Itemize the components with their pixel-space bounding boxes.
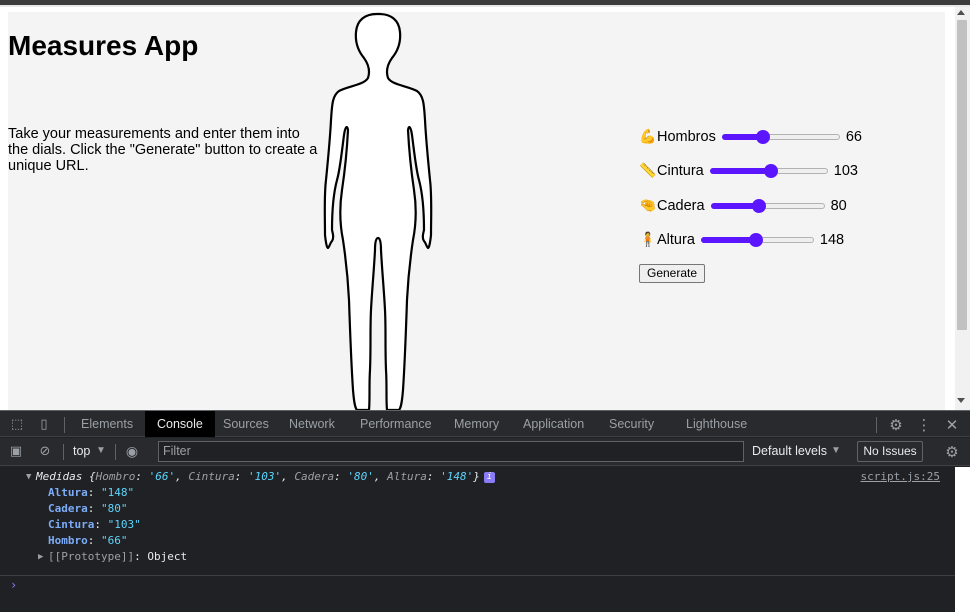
tab-memory[interactable]: Memory: [442, 411, 511, 437]
summary-key: Cadera: [294, 470, 335, 483]
expand-triangle-icon[interactable]: ▶: [38, 549, 43, 565]
measure-row-cadera: 🤏 Cadera 80: [639, 196, 847, 216]
console-output: ▼ Medidas {Hombro: '66', Cintura: '103',…: [0, 467, 955, 612]
log-levels-dropdown[interactable]: Default levels: [752, 444, 827, 458]
property-value: "80": [101, 502, 128, 515]
tab-application[interactable]: Application: [511, 411, 596, 437]
measure-label: Altura: [657, 232, 695, 248]
sidebar-toggle-icon[interactable]: ▣: [8, 444, 24, 460]
console-log-entry[interactable]: ▼ Medidas {Hombro: '66', Cintura: '103',…: [0, 469, 955, 485]
slider-thumb[interactable]: [751, 199, 766, 213]
property-value: "66": [101, 534, 128, 547]
body-silhouette: [323, 12, 433, 410]
prototype-key: [[Prototype]]: [48, 550, 135, 563]
object-name: Medidas: [36, 470, 83, 483]
measure-value: 80: [830, 198, 847, 214]
filter-input[interactable]: Filter: [158, 441, 744, 462]
console-toolbar: ▣ ⊘ top ▼ ◉ Filter Default levels ▼ No I…: [0, 438, 970, 466]
divider: [115, 444, 116, 460]
tab-lighthouse[interactable]: Lighthouse: [674, 411, 759, 437]
cadera-slider[interactable]: [710, 198, 825, 214]
summary-value: '103': [247, 470, 282, 483]
tab-console[interactable]: Console: [145, 411, 215, 437]
property-value: "148": [101, 486, 135, 499]
measure-label: Cadera: [657, 198, 705, 214]
browser-top-strip: [0, 0, 970, 7]
measure-value: 103: [833, 163, 858, 179]
object-property: Cadera: "80": [48, 502, 128, 515]
divider: [64, 417, 65, 433]
pinching-hand-icon: 🤏: [639, 198, 657, 214]
summary-value: '66': [148, 470, 176, 483]
summary-key: Altura: [387, 470, 427, 483]
summary-key: Cintura: [188, 470, 235, 483]
property-key: Hombro: [48, 534, 88, 547]
scroll-down-arrow-icon[interactable]: [957, 398, 965, 403]
chevron-down-icon[interactable]: ▼: [831, 445, 841, 456]
summary-value: '80': [347, 470, 374, 483]
flexed-biceps-icon: 💪: [639, 129, 657, 145]
object-property: Cintura: "103": [48, 518, 141, 531]
chevron-down-icon[interactable]: ▼: [96, 445, 106, 456]
eye-icon[interactable]: ◉: [124, 444, 140, 460]
standing-person-icon: 🧍: [639, 232, 657, 248]
cintura-slider[interactable]: [709, 163, 828, 179]
expand-triangle-icon[interactable]: ▼: [26, 469, 31, 485]
divider: [63, 444, 64, 460]
scrollbar-thumb[interactable]: [957, 20, 967, 330]
tab-elements[interactable]: Elements: [69, 411, 145, 437]
background-window-edge: [955, 467, 970, 612]
generate-button[interactable]: Generate: [639, 264, 706, 283]
scroll-up-arrow-icon[interactable]: [957, 10, 965, 15]
devtools-panel: ⬚ ▯ Elements Console Sources Network Per…: [0, 410, 970, 612]
inspect-element-icon[interactable]: ⬚: [9, 417, 25, 433]
tab-security[interactable]: Security: [597, 411, 666, 437]
tab-performance[interactable]: Performance: [348, 411, 444, 437]
summary-value: '148': [440, 470, 474, 483]
ruler-icon: 📏: [639, 163, 657, 179]
tab-sources[interactable]: Sources: [211, 411, 281, 437]
slider-fill: [709, 168, 771, 174]
measure-row-altura: 🧍 Altura 148: [639, 230, 844, 250]
object-property: Altura: "148": [48, 486, 135, 499]
hombros-slider[interactable]: [721, 129, 840, 145]
settings-gear-icon[interactable]: ⚙: [888, 417, 904, 433]
page-title: Measures App: [8, 30, 199, 61]
console-prompt-icon[interactable]: ›: [10, 578, 17, 592]
intro-text: Take your measurements and enter them in…: [8, 126, 318, 174]
info-icon[interactable]: i: [483, 471, 495, 483]
devtools-tabbar: ⬚ ▯ Elements Console Sources Network Per…: [0, 410, 970, 437]
tab-network[interactable]: Network: [277, 411, 347, 437]
close-icon[interactable]: ✕: [944, 417, 960, 433]
slider-thumb[interactable]: [755, 130, 770, 144]
clear-console-icon[interactable]: ⊘: [37, 444, 53, 460]
measure-row-cintura: 📏 Cintura 103: [639, 161, 858, 181]
slider-fill: [700, 237, 756, 243]
source-link[interactable]: script.js:25: [861, 469, 940, 485]
measure-value: 148: [819, 232, 845, 248]
measure-label: Hombros: [657, 129, 716, 145]
property-key: Cadera: [48, 502, 88, 515]
altura-slider[interactable]: [700, 232, 814, 248]
summary-key: Hombro: [95, 470, 136, 483]
measure-row-hombros: 💪 Hombros 66: [639, 127, 862, 147]
device-toolbar-icon[interactable]: ▯: [36, 417, 52, 433]
divider: [0, 575, 955, 576]
prototype-value: Object: [147, 550, 188, 563]
issues-button[interactable]: No Issues: [857, 441, 923, 462]
property-key: Cintura: [48, 518, 95, 531]
property-key: Altura: [48, 486, 88, 499]
divider: [876, 417, 877, 433]
slider-thumb[interactable]: [763, 164, 778, 178]
measure-label: Cintura: [657, 163, 704, 179]
more-options-icon[interactable]: ⋮: [916, 417, 932, 433]
measure-value: 66: [845, 129, 862, 145]
object-prototype[interactable]: ▶ [[Prototype]]: Object: [0, 549, 955, 565]
property-value: "103": [107, 518, 141, 531]
object-property: Hombro: "66": [48, 534, 128, 547]
console-settings-gear-icon[interactable]: ⚙: [944, 444, 960, 460]
slider-thumb[interactable]: [748, 233, 763, 247]
context-selector[interactable]: top: [73, 444, 90, 458]
